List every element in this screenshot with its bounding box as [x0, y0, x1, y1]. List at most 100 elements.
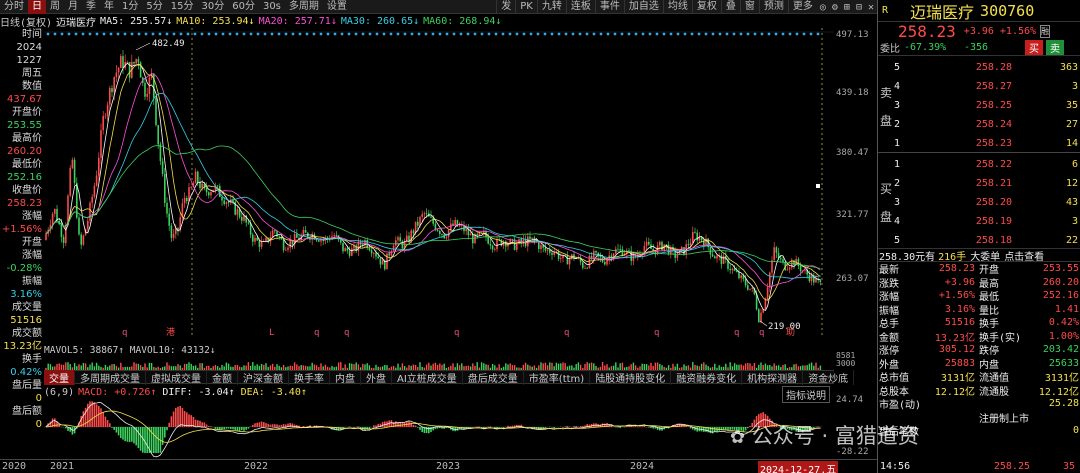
indicator-tab-12[interactable]: 融资融券变化 [671, 369, 743, 385]
macd-bar [137, 427, 140, 449]
toolbar-action-9[interactable]: 窗 [739, 0, 759, 14]
indicator-tab-9[interactable]: 盘后成交量 [463, 369, 524, 385]
top-signal-dot [753, 32, 757, 36]
toolbar-action-11[interactable]: 更多 [787, 0, 817, 14]
right.asks-row[interactable]: 4 258.27 3 [878, 77, 1080, 95]
macd-bar [232, 427, 234, 430]
macd-bar [172, 411, 175, 427]
period-tab-13[interactable]: 设置 [323, 0, 351, 14]
period-tab-3[interactable]: 月 [64, 0, 82, 14]
right.bids-row[interactable]: 3 258.20 43 [878, 193, 1080, 211]
sell-button[interactable]: 卖 [1046, 40, 1064, 55]
candle [65, 224, 67, 244]
indicator-tab-7[interactable]: 外盘 [361, 369, 392, 385]
period-tab-9[interactable]: 30分 [197, 0, 228, 14]
chart-label: 日线(复权) [0, 17, 53, 29]
right.asks-row[interactable]: 3 258.25 35 [878, 96, 1080, 114]
indicator-tab-3[interactable]: 金额 [207, 369, 238, 385]
right.asks-row[interactable]: 2 258.24 27 [878, 115, 1080, 133]
toolbar-action-2[interactable]: 九转 [536, 0, 566, 14]
indicator-tab-4[interactable]: 沪深金额 [238, 369, 289, 385]
indicator-tab-6[interactable]: 内盘 [330, 369, 361, 385]
expand-icon[interactable]: ⊞ [841, 2, 853, 13]
top-signal-dot [816, 32, 820, 36]
info-item-12: 收盘价 [12, 185, 42, 196]
toolbar-action-0[interactable]: 发 [496, 0, 515, 14]
candle [302, 229, 305, 235]
price-chart[interactable]: 482.49 219.00 q Lq q q q q q q 港 助 [44, 28, 834, 338]
indicator-tab-5[interactable]: 换手率 [289, 369, 330, 385]
indicator-tab-2[interactable]: 虚拟成交量 [146, 369, 207, 385]
period-tab-2[interactable]: 周 [46, 0, 64, 14]
candle [340, 239, 342, 243]
indicator-tab-10[interactable]: 市盈率(ttm) [524, 369, 591, 385]
stat-value: 25.28 [1048, 398, 1079, 410]
indicator-tab-0[interactable]: 交量 [44, 369, 75, 385]
indicator-tab-8[interactable]: AI立桩成交量 [392, 369, 463, 385]
period-tab-12[interactable]: 多周期 [285, 0, 323, 14]
right.bids-price: 258.20 [975, 196, 1012, 208]
period-tab-5[interactable]: 年 [100, 0, 118, 14]
period-tab-1[interactable]: 日 [28, 0, 46, 14]
period-tab-11[interactable]: 30s [259, 0, 285, 14]
right.bids-row[interactable]: 1 258.22 6 [878, 155, 1080, 173]
period-tab-0[interactable]: 分时 [0, 0, 28, 14]
indicator-tab-14[interactable]: 资金炒底 [803, 369, 855, 385]
toolbar-action-1[interactable]: PK [515, 0, 537, 14]
macd-bar [181, 408, 184, 427]
target-icon[interactable]: ◎ [817, 2, 829, 13]
candle [562, 255, 564, 259]
toolbar-action-7[interactable]: 复权 [691, 0, 721, 14]
stat-row: 涨跌 +3.96 最高 260.20 [878, 276, 1080, 290]
macd-bar [263, 422, 265, 427]
order-book: 5 258.28 363 4 258.27 3 3 258.25 35 2 258.24 27 1 258… [878, 56, 1080, 248]
right.bids-row[interactable]: 2 258.21 12 [878, 174, 1080, 192]
stat-row: 外盘 25883 内盘 25633 [878, 357, 1080, 371]
collapse-icon[interactable]: ⊟ [853, 2, 865, 13]
hk-marker: 港 [166, 326, 175, 338]
candle [315, 239, 318, 241]
period-tab-7[interactable]: 5分 [142, 0, 166, 14]
toolbar-action-4[interactable]: 事件 [594, 0, 624, 14]
close-icon[interactable]: ✕ [865, 2, 877, 13]
indicator-tab-11[interactable]: 陆股通持股变化 [590, 369, 672, 385]
top-signal-dot [312, 32, 316, 36]
macd-bar [111, 427, 113, 428]
top-signal-dot [536, 32, 540, 36]
toolbar-action-6[interactable]: 均线 [662, 0, 692, 14]
macd-bar [166, 427, 168, 431]
right.bids-row[interactable]: 4 258.19 3 [878, 212, 1080, 230]
macd-chart[interactable] [44, 399, 834, 459]
watermark: ✿ 公众号 · 富猎道资 [730, 420, 1050, 450]
period-tab-4[interactable]: 季 [82, 0, 100, 14]
right.bids-row[interactable]: 5 258.18 22 [878, 231, 1080, 249]
toolbar-action-10[interactable]: 预测 [758, 0, 788, 14]
period-tab-10[interactable]: 60分 [228, 0, 259, 14]
quote-title: R 迈瑞医疗 300760 [878, 0, 1080, 22]
toolbar-action-5[interactable]: 加自选 [623, 0, 663, 14]
volume-chart[interactable] [44, 356, 834, 370]
settings-icon[interactable]: ⚙ [829, 2, 841, 13]
period-tab-6[interactable]: 1分 [118, 0, 142, 14]
buy-button[interactable]: 买 [1025, 40, 1043, 55]
indicator-tab-13[interactable]: 机构探测器 [742, 369, 804, 385]
period-tab-8[interactable]: 15分 [167, 0, 198, 14]
right.asks-row[interactable]: 5 258.28 363 [878, 58, 1080, 76]
big-order-check-link[interactable]: 点击查看 [1004, 248, 1044, 263]
right.asks-row[interactable]: 1 258.23 14 [878, 134, 1080, 152]
candle [689, 242, 692, 246]
candle [252, 234, 254, 242]
right.asks-volume: 363 [1059, 61, 1078, 73]
toolbar-action-8[interactable]: 叠 [720, 0, 740, 14]
toolbar-action-3[interactable]: 连板 [565, 0, 595, 14]
macd-bar [234, 427, 236, 431]
stat-value: 305.12 [938, 344, 975, 356]
macd-bar [203, 422, 206, 427]
macd-bar [439, 427, 441, 429]
candle [342, 242, 344, 252]
right.asks-volume: 3 [1071, 80, 1078, 92]
macd-bar [375, 425, 377, 427]
buy-side-label-1: 买 [880, 182, 893, 196]
indicator-tab-1[interactable]: 多周期成交量 [75, 369, 146, 385]
candle [60, 224, 63, 237]
